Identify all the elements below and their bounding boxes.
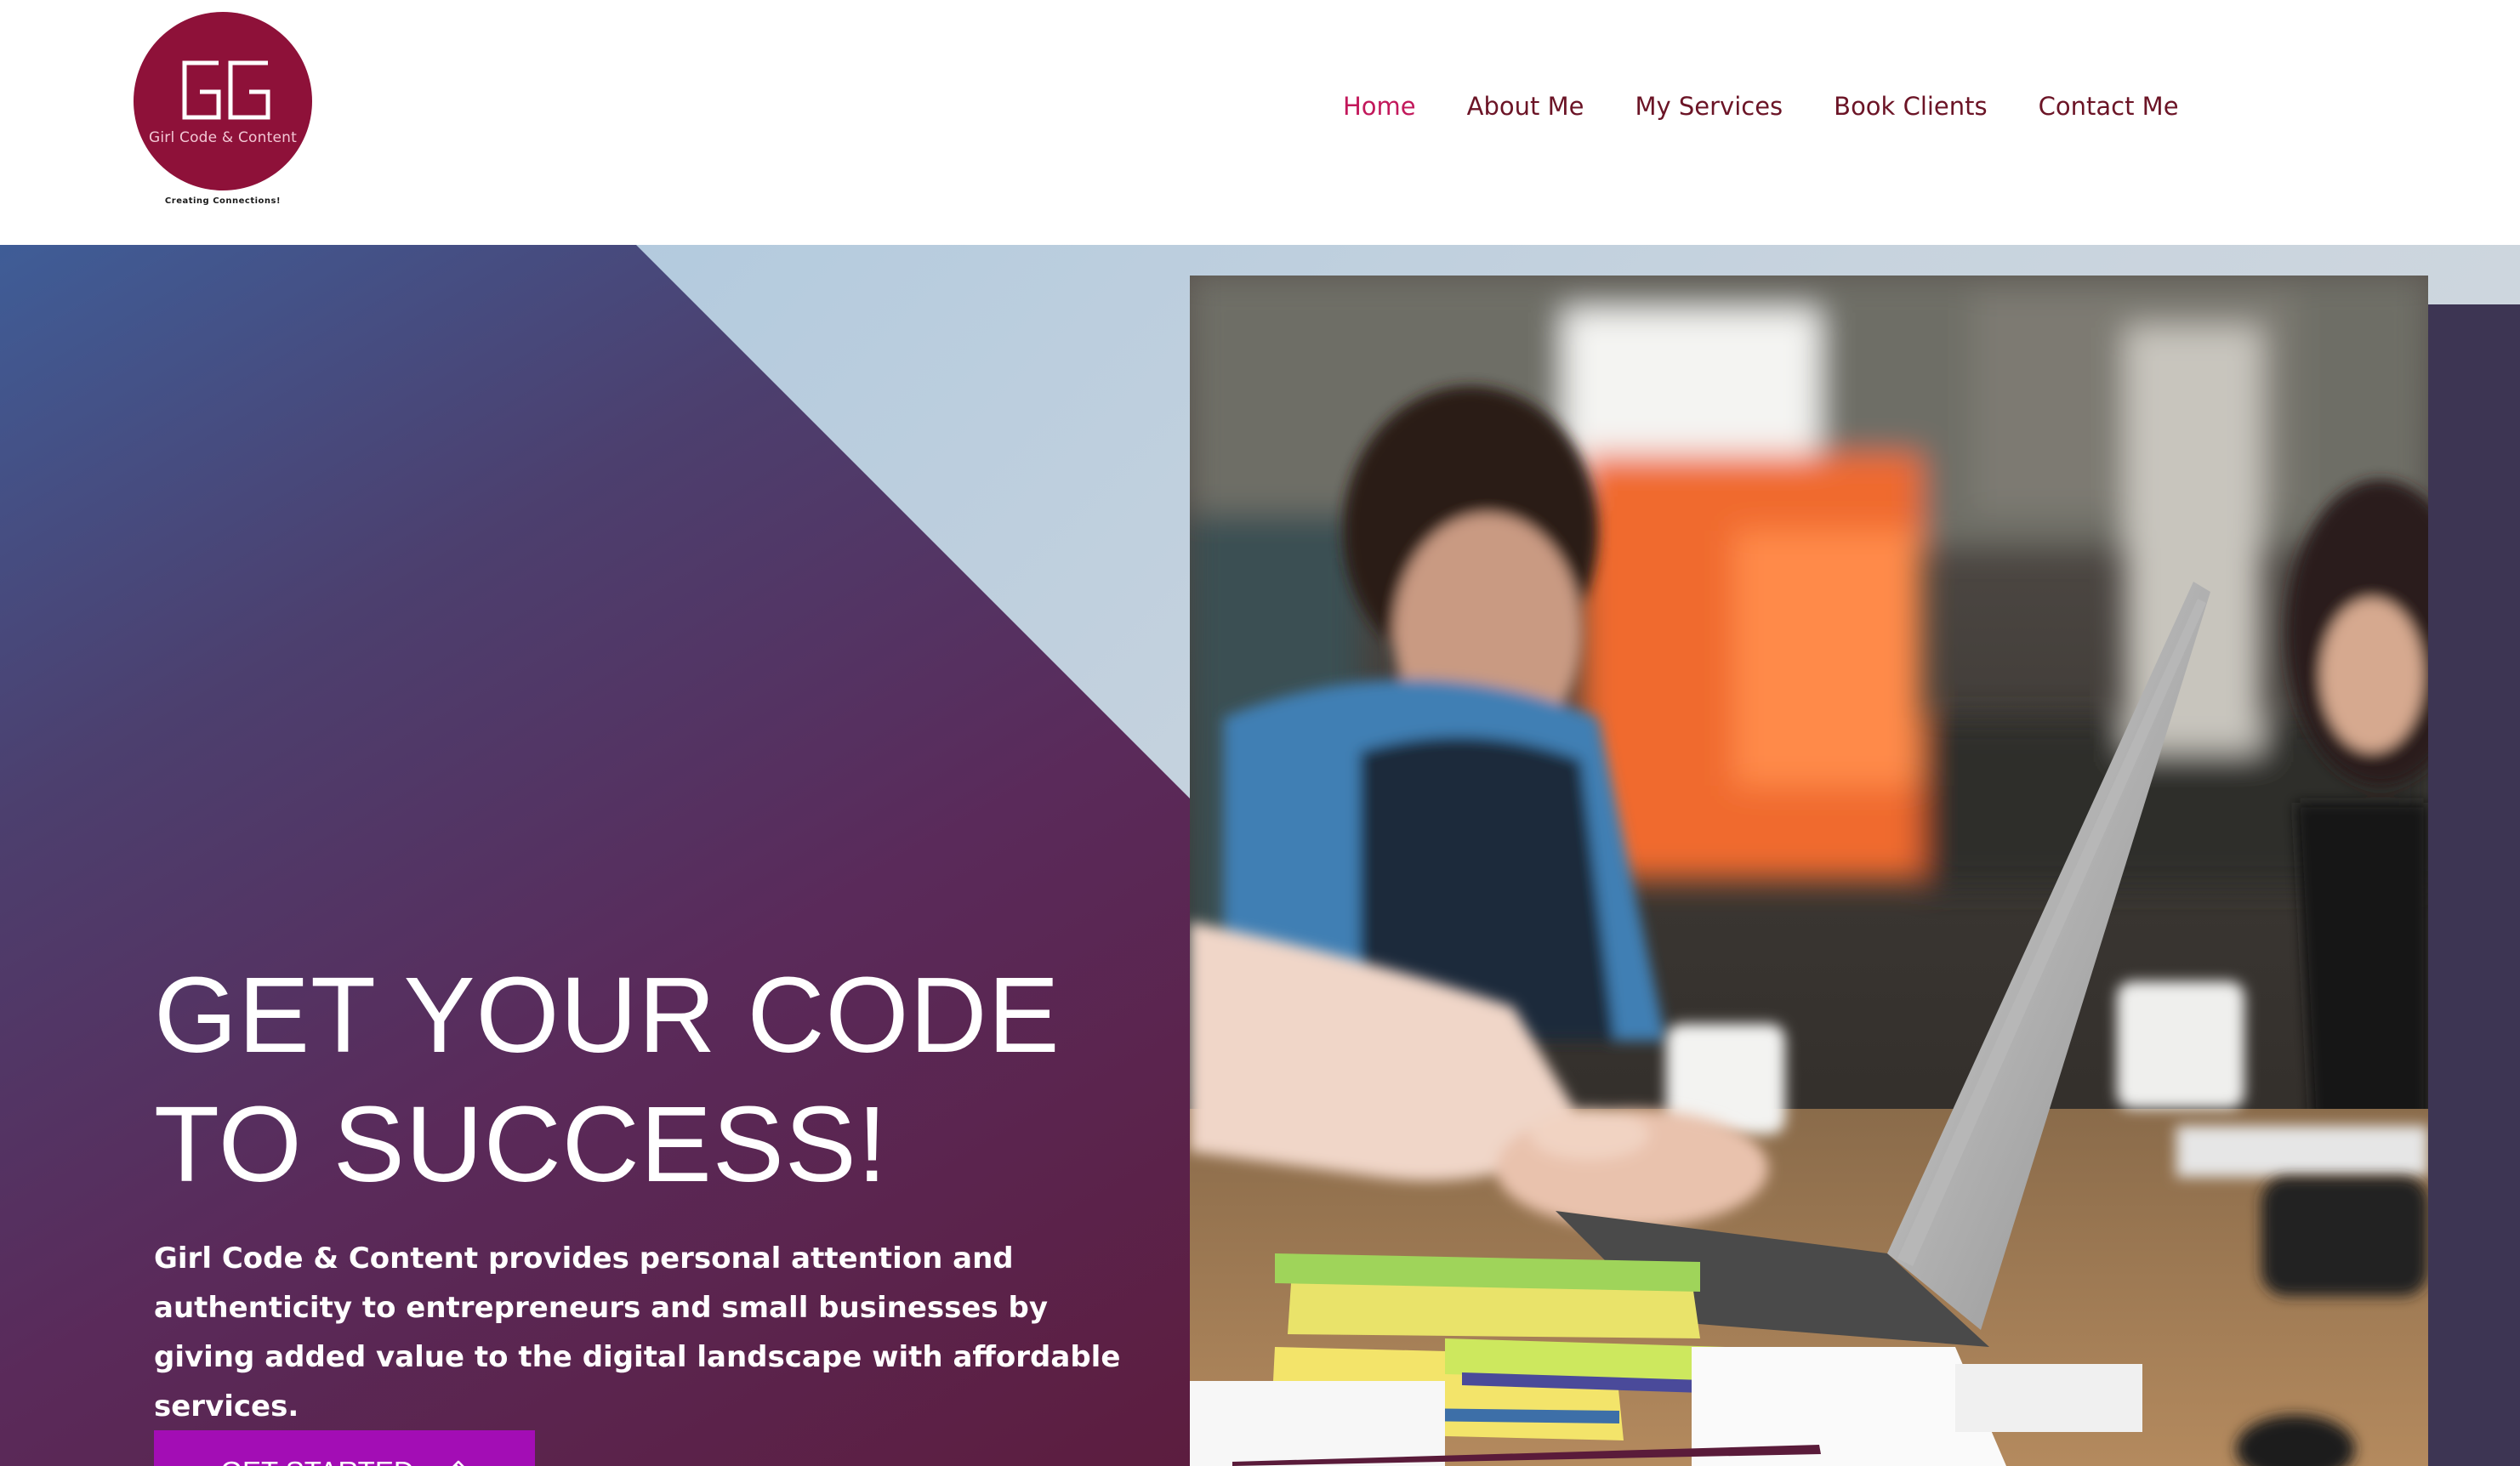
hero-description: Girl Code & Content provides personal at…: [154, 1242, 1121, 1423]
nav-item-home[interactable]: Home: [1343, 92, 1416, 126]
hero-title: GET YOUR CODE TO SUCCESS!: [154, 951, 1132, 1209]
hero-title-line-1: GET YOUR CODE: [154, 955, 1061, 1075]
nav-item-book-clients[interactable]: Book Clients: [1834, 92, 1987, 126]
nav-item-about-me[interactable]: About Me: [1467, 92, 1584, 126]
logo-name: Girl Code & Content: [148, 129, 297, 146]
hero-title-line-2: TO SUCCESS!: [154, 1084, 888, 1204]
logo-tagline: Creating Connections!: [164, 196, 282, 206]
brand-logo[interactable]: Girl Code & Content: [134, 12, 312, 190]
nav-item-contact-me[interactable]: Contact Me: [2039, 92, 2179, 126]
hero-accent-strip: [2428, 304, 2520, 1466]
main-nav: Home About Me My Services Book Clients C…: [1343, 92, 2179, 126]
site-header: Girl Code & Content Creating Connections…: [0, 0, 2520, 245]
hero-section: GET YOUR CODE TO SUCCESS! Girl Code & Co…: [0, 245, 2520, 1466]
hero-photo-illustration: [1190, 276, 2428, 1466]
get-started-label: GET STARTED: [220, 1456, 413, 1466]
logo-monogram-icon: [182, 60, 270, 120]
nav-item-my-services[interactable]: My Services: [1635, 92, 1783, 126]
hero-photo: [1190, 276, 2428, 1466]
get-started-button[interactable]: GET STARTED: [154, 1430, 535, 1466]
pencil-icon: [452, 1460, 464, 1466]
